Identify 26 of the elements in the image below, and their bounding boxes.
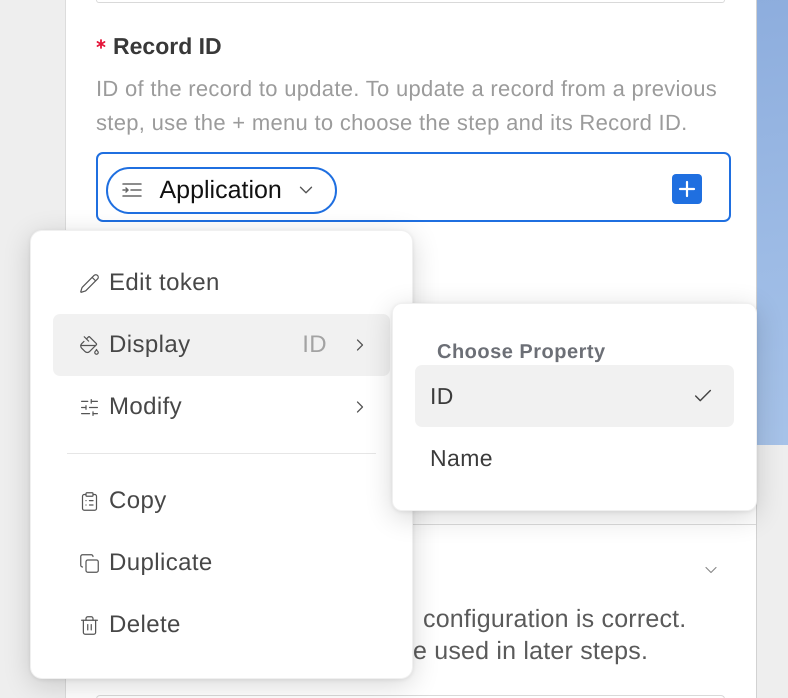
- pencil-icon: [79, 272, 100, 294]
- overlapping-squares-icon: [79, 552, 100, 574]
- input-field[interactable]: [96, 0, 725, 3]
- menu-item[interactable]: Edit token: [53, 252, 390, 314]
- input-field[interactable]: Application: [96, 152, 731, 222]
- menu-option[interactable]: Name: [415, 427, 734, 489]
- trash-icon: [79, 614, 100, 636]
- indent-icon: [122, 183, 142, 197]
- description-text: e used in later steps.: [413, 636, 650, 667]
- sliders-icon: [79, 396, 100, 418]
- paint-bucket-icon: [79, 334, 100, 356]
- menu-item[interactable]: Copy: [53, 470, 390, 532]
- menu-item[interactable]: Duplicate: [53, 532, 390, 594]
- clipboard-icon: [79, 490, 100, 512]
- menu-option[interactable]: ID: [415, 365, 734, 427]
- menu-item[interactable]: Modify: [53, 376, 390, 438]
- add-button[interactable]: [672, 174, 702, 204]
- description-text: configuration is correct.: [423, 604, 688, 635]
- input-field[interactable]: [96, 695, 725, 698]
- field-description: ID of the record to update. To update a record from a previous step, use the + menu to choose the step and its Record ID.: [96, 75, 718, 137]
- menu-heading: Choose Property: [436, 340, 607, 365]
- field-label: Record ID: [113, 33, 222, 60]
- menu-item[interactable]: Delete: [53, 594, 390, 656]
- menu-item-value: ID: [302, 331, 327, 359]
- token-chip[interactable]: Application: [106, 166, 337, 214]
- menu-item[interactable]: Display ID: [53, 314, 390, 376]
